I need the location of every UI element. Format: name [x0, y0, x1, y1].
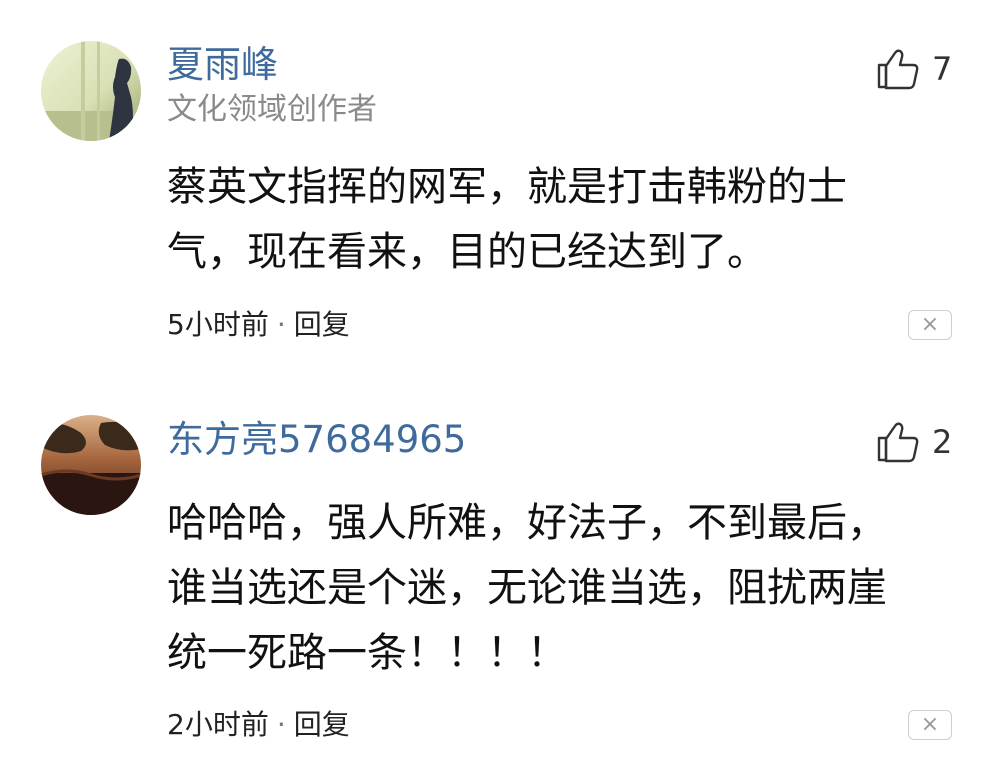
dismiss-button[interactable]: × [908, 710, 952, 740]
dismiss-button[interactable]: × [908, 310, 952, 340]
thumbs-up-icon [877, 49, 919, 90]
comment-meta: 2小时前 · 回复 [167, 707, 350, 743]
like-button[interactable]: 2 [876, 421, 952, 463]
close-icon: × [920, 712, 940, 737]
like-button[interactable]: 7 [876, 48, 952, 90]
reply-link[interactable]: 回复 [294, 308, 350, 341]
like-count: 2 [932, 423, 953, 461]
comment-text-line: 谁当选还是个迷，无论谁当选，阻扰两崖 [167, 565, 887, 611]
separator-dot: · [276, 308, 286, 341]
comment-text-line: 气，现在看来，目的已经达到了。 [167, 229, 767, 275]
timestamp: 5小时前 [167, 308, 269, 341]
comment-text: 哈哈哈，强人所难，好法子，不到最后， 谁当选还是个迷，无论谁当选，阻扰两崖 统一… [167, 491, 967, 686]
comment-text-line: 蔡英文指挥的网军，就是打击韩粉的士 [167, 164, 847, 210]
thumbs-up-icon [877, 422, 919, 463]
comment-text: 蔡英文指挥的网军，就是打击韩粉的士 气，现在看来，目的已经达到了。 [167, 155, 967, 285]
username[interactable]: 夏雨峰 [167, 43, 278, 87]
user-subtitle: 文化领域创作者 [167, 92, 377, 127]
timestamp: 2小时前 [167, 708, 269, 741]
avatar[interactable] [41, 41, 141, 141]
reply-link[interactable]: 回复 [294, 708, 350, 741]
separator-dot: · [276, 708, 286, 741]
like-count: 7 [932, 50, 953, 88]
close-icon: × [920, 312, 940, 337]
comment-meta: 5小时前 · 回复 [167, 307, 350, 343]
comment-text-line: 统一死路一条！！！！ [167, 630, 567, 676]
avatar[interactable] [41, 415, 141, 515]
comment-text-line: 哈哈哈，强人所难，好法子，不到最后， [167, 500, 887, 546]
username[interactable]: 东方亮57684965 [167, 418, 466, 462]
